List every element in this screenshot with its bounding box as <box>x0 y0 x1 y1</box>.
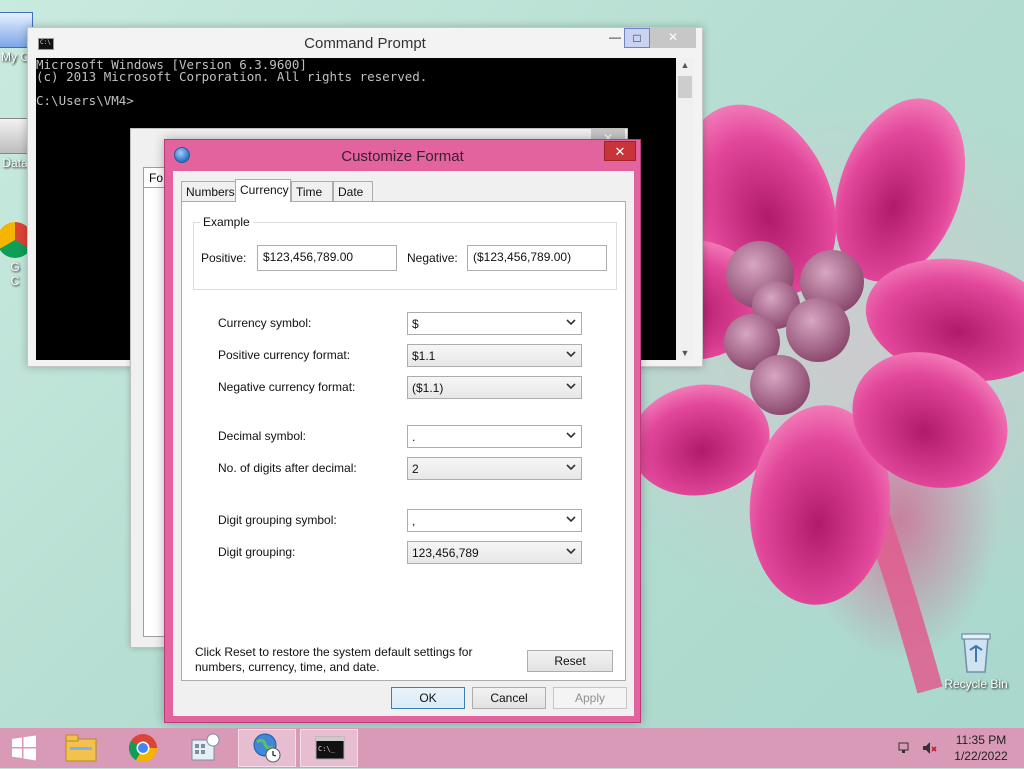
combo-value: $ <box>412 317 419 331</box>
desktop-icon-label: My C <box>1 50 29 64</box>
maximize-button[interactable]: □ <box>624 28 650 48</box>
command-prompt-titlebar[interactable]: C:\ Command Prompt — □ ✕ <box>28 28 702 58</box>
taskbar-region[interactable] <box>238 729 296 767</box>
positive-currency-format-combo[interactable]: $1.1 <box>407 344 582 367</box>
vertical-scrollbar[interactable]: ▲ ▼ <box>676 58 694 360</box>
desktop-icon-label: Data <box>2 156 28 170</box>
system-clock[interactable]: 11:35 PM 1/22/2022 <box>946 732 1016 764</box>
clock-date: 1/22/2022 <box>954 749 1008 763</box>
chrome-icon <box>129 734 157 762</box>
chevron-down-icon <box>566 351 576 358</box>
digit-grouping-symbol-label: Digit grouping symbol: <box>218 513 337 527</box>
desktop-icon-label: G C <box>10 260 20 288</box>
reset-button[interactable]: Reset <box>527 650 613 672</box>
dialog-titlebar[interactable]: Customize Format ✕ <box>165 140 640 170</box>
decimal-symbol-combo[interactable]: . <box>407 425 582 448</box>
digit-grouping-symbol-combo[interactable]: , <box>407 509 582 532</box>
scroll-down-icon[interactable]: ▼ <box>676 348 694 358</box>
console-line: (c) 2013 Microsoft Corporation. All righ… <box>36 69 428 84</box>
taskbar: C:\_ 11:35 PM 1/22/2022 <box>0 728 1024 768</box>
decimal-symbol-label: Decimal symbol: <box>218 429 307 443</box>
close-button[interactable]: ✕ <box>604 141 636 161</box>
chevron-down-icon <box>566 548 576 555</box>
currency-symbol-label: Currency symbol: <box>218 316 312 330</box>
chevron-down-icon <box>566 383 576 390</box>
positive-currency-format-label: Positive currency format: <box>218 348 351 362</box>
negative-currency-format-label: Negative currency format: <box>218 380 356 394</box>
file-explorer-icon <box>65 734 97 762</box>
control-panel-icon <box>191 733 220 761</box>
chevron-down-icon <box>566 319 576 326</box>
digit-grouping-label: Digit grouping: <box>218 545 296 559</box>
network-icon[interactable] <box>897 740 913 756</box>
minimize-button[interactable]: — <box>604 28 626 48</box>
digit-grouping-combo[interactable]: 123,456,789 <box>407 541 582 564</box>
volume-muted-icon[interactable] <box>921 740 937 756</box>
console-prompt-line: C:\Users\VM4> <box>36 93 134 108</box>
recycle-bin-icon <box>961 633 991 673</box>
dialog-title: Customize Format <box>341 148 464 165</box>
scroll-thumb[interactable] <box>678 76 692 98</box>
currency-tab-panel: Example Positive: $123,456,789.00 Negati… <box>181 201 626 681</box>
combo-value: 123,456,789 <box>412 546 479 560</box>
example-legend: Example <box>200 215 253 229</box>
tab-time[interactable]: Time <box>291 181 333 201</box>
reset-note: Click Reset to restore the system defaul… <box>195 645 473 674</box>
close-button[interactable]: ✕ <box>650 28 696 48</box>
tab-currency[interactable]: Currency <box>235 179 291 202</box>
chevron-down-icon <box>566 432 576 439</box>
negative-example-field: ($123,456,789.00) <box>467 245 607 271</box>
window-title: Command Prompt <box>304 35 426 52</box>
ok-button[interactable]: OK <box>391 687 465 709</box>
combo-value: , <box>412 514 416 528</box>
region-icon <box>253 733 281 763</box>
taskbar-command-prompt[interactable]: C:\_ <box>300 729 358 767</box>
currency-symbol-combo[interactable]: $ <box>407 312 582 335</box>
combo-value: . <box>412 430 416 444</box>
combo-value: 2 <box>412 462 419 476</box>
desktop-icon-recycle-bin[interactable]: Recycle Bin <box>938 630 1014 691</box>
negative-label: Negative: <box>407 251 458 265</box>
taskbar-control-panel[interactable] <box>176 729 234 767</box>
start-icon <box>12 735 36 761</box>
command-prompt-icon: C:\_ <box>315 736 345 760</box>
digits-after-decimal-label: No. of digits after decimal: <box>218 461 357 475</box>
tab-date[interactable]: Date <box>333 181 373 201</box>
chevron-down-icon <box>566 464 576 471</box>
digits-after-decimal-combo[interactable]: 2 <box>407 457 582 480</box>
recycle-bin-label: Recycle Bin <box>944 677 1008 691</box>
clock-time: 11:35 PM <box>955 733 1007 747</box>
chevron-down-icon <box>566 516 576 523</box>
positive-label: Positive: <box>201 251 247 265</box>
customize-format-dialog[interactable]: Customize Format ✕ Numbers Currency Time… <box>164 139 641 723</box>
start-button[interactable] <box>0 729 50 767</box>
tab-numbers[interactable]: Numbers <box>181 181 236 201</box>
taskbar-chrome[interactable] <box>114 729 172 767</box>
svg-text:C:\_: C:\_ <box>318 745 336 753</box>
apply-button[interactable]: Apply <box>553 687 627 709</box>
dialog-client-area: Numbers Currency Time Date Example Posit… <box>173 171 634 716</box>
scroll-up-icon[interactable]: ▲ <box>676 60 694 70</box>
cancel-button[interactable]: Cancel <box>472 687 546 709</box>
combo-value: $1.1 <box>412 349 436 363</box>
example-group: Example Positive: $123,456,789.00 Negati… <box>193 215 617 290</box>
combo-value: ($1.1) <box>412 381 444 395</box>
positive-example-field: $123,456,789.00 <box>257 245 397 271</box>
taskbar-file-explorer[interactable] <box>52 729 110 767</box>
negative-currency-format-combo[interactable]: ($1.1) <box>407 376 582 399</box>
